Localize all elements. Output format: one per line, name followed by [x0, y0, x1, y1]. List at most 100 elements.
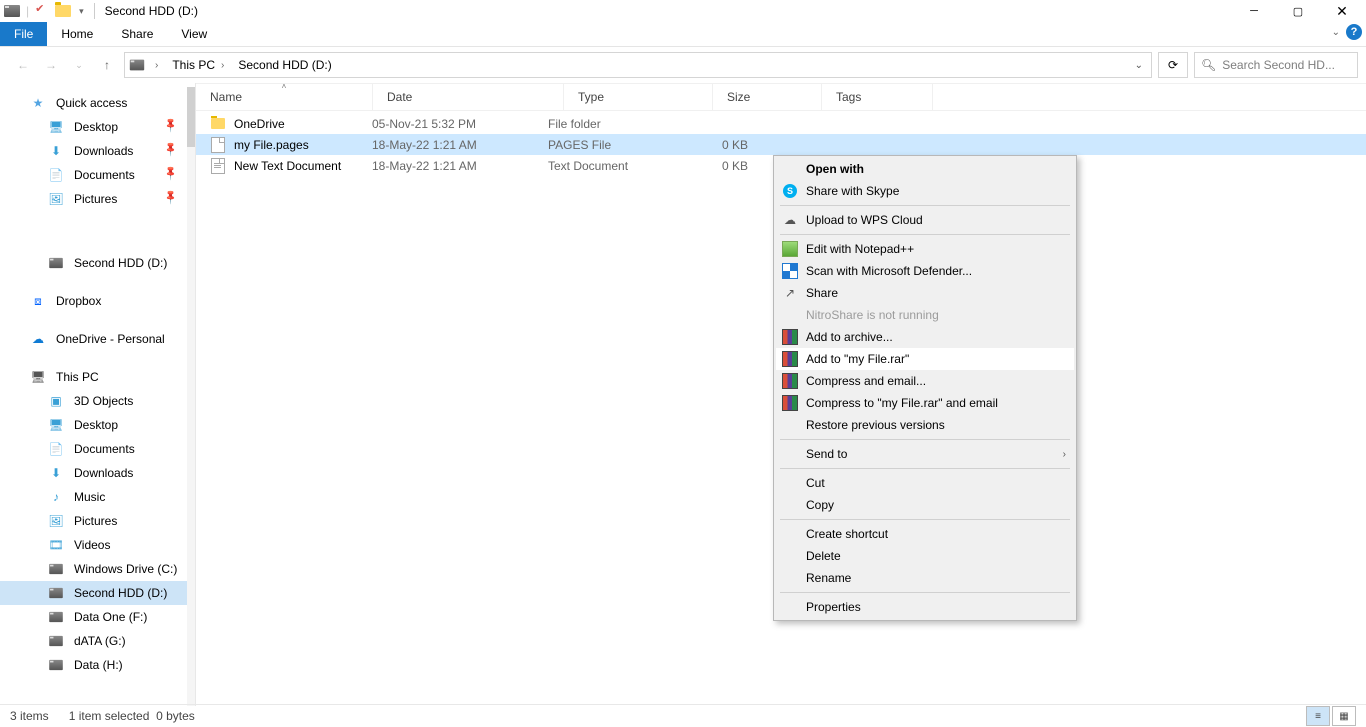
close-button[interactable]: ✕ — [1320, 0, 1364, 22]
ctx-compress-email[interactable]: Compress and email... — [776, 370, 1074, 392]
nav-data-g[interactable]: dATA (G:) — [0, 629, 187, 653]
up-button[interactable]: ↑ — [96, 54, 118, 76]
window-title: Second HDD (D:) — [105, 4, 198, 18]
skype-icon: S — [783, 184, 797, 198]
qat-properties-icon[interactable] — [35, 4, 49, 18]
defender-icon — [782, 263, 798, 279]
ctx-restore-versions[interactable]: Restore previous versions — [776, 414, 1074, 436]
ctx-separator — [780, 592, 1070, 593]
ctx-open-with[interactable]: Open with — [776, 158, 1074, 180]
address-bar[interactable]: › This PC› Second HDD (D:) ⌄ — [124, 52, 1152, 78]
nav-this-pc[interactable]: 🖥This PC — [0, 365, 187, 389]
col-name[interactable]: Name˄ — [196, 84, 373, 110]
forward-button[interactable]: → — [40, 54, 62, 76]
ctx-cut[interactable]: Cut — [776, 472, 1074, 494]
folder-icon[interactable] — [55, 5, 71, 17]
search-placeholder: Search Second HD... — [1222, 58, 1335, 72]
back-button[interactable]: ← — [12, 54, 34, 76]
ctx-separator — [780, 439, 1070, 440]
qat-dropdown-icon[interactable]: ▾ — [79, 6, 84, 17]
ribbon-tabs: File Home Share View ⌄ ? — [0, 22, 1366, 47]
winrar-icon — [782, 351, 798, 367]
help-icon[interactable]: ? — [1346, 24, 1362, 40]
ctx-share-skype[interactable]: SShare with Skype — [776, 180, 1074, 202]
ctx-delete[interactable]: Delete — [776, 545, 1074, 567]
status-selection: 1 item selected 0 bytes — [69, 709, 195, 723]
nav-desktop[interactable]: 🖥Desktop📌 — [0, 115, 187, 139]
refresh-button[interactable]: ⟳ — [1158, 52, 1188, 78]
nav-second-hdd[interactable]: Second HDD (D:) — [0, 581, 187, 605]
ctx-copy[interactable]: Copy — [776, 494, 1074, 516]
col-type[interactable]: Type — [564, 84, 713, 110]
view-details-button[interactable]: ≡ — [1306, 706, 1330, 726]
ctx-send-to[interactable]: Send to› — [776, 443, 1074, 465]
notepad-icon — [782, 241, 798, 257]
ribbon-expand-icon[interactable]: ⌄ — [1332, 27, 1340, 38]
nav-onedrive[interactable]: ☁OneDrive - Personal — [0, 327, 187, 351]
column-headers: Name˄ Date Type Size Tags — [196, 83, 1366, 111]
pin-icon: 📌 — [162, 141, 179, 158]
addr-dropdown-icon[interactable]: ⌄ — [1135, 60, 1143, 71]
nav-pictures-pc[interactable]: 🖼Pictures — [0, 509, 187, 533]
nav-data-h[interactable]: Data (H:) — [0, 653, 187, 677]
breadcrumb-this-pc[interactable]: This PC› — [168, 57, 230, 73]
nav-3d-objects[interactable]: ▣3D Objects — [0, 389, 187, 413]
ctx-compress-rar-email[interactable]: Compress to "my File.rar" and email — [776, 392, 1074, 414]
col-date[interactable]: Date — [373, 84, 564, 110]
titlebar: | ▾ Second HDD (D:) ─ ▢ ✕ — [0, 0, 1366, 22]
chevron-right-icon[interactable]: › — [155, 60, 158, 71]
ctx-scan-defender[interactable]: Scan with Microsoft Defender... — [776, 260, 1074, 282]
nav-data-one[interactable]: Data One (F:) — [0, 605, 187, 629]
winrar-icon — [782, 329, 798, 345]
ctx-upload-wps[interactable]: ☁Upload to WPS Cloud — [776, 209, 1074, 231]
file-row-selected[interactable]: my File.pages 18-May-22 1:21 AM PAGES Fi… — [196, 134, 1366, 155]
nav-downloads-pc[interactable]: ⬇Downloads — [0, 461, 187, 485]
col-tags[interactable]: Tags — [822, 84, 933, 110]
ctx-add-archive[interactable]: Add to archive... — [776, 326, 1074, 348]
search-input[interactable]: 🔍︎ Search Second HD... — [1194, 52, 1358, 78]
breadcrumb-current[interactable]: Second HDD (D:) — [234, 57, 335, 73]
ctx-rename[interactable]: Rename — [776, 567, 1074, 589]
nav-music[interactable]: ♪Music — [0, 485, 187, 509]
ctx-edit-notepad[interactable]: Edit with Notepad++ — [776, 238, 1074, 260]
nav-desktop-pc[interactable]: 🖥Desktop — [0, 413, 187, 437]
qat-separator: | — [26, 4, 29, 18]
ctx-properties[interactable]: Properties — [776, 596, 1074, 618]
nav-pictures[interactable]: 🖼Pictures📌 — [0, 187, 187, 211]
tab-view[interactable]: View — [167, 22, 221, 46]
cloud-icon: ☁ — [782, 212, 798, 228]
nav-windows-drive[interactable]: Windows Drive (C:) — [0, 557, 187, 581]
recent-dropdown[interactable]: ⌄ — [68, 54, 90, 76]
nav-quick-access[interactable]: ★Quick access — [0, 91, 187, 115]
pin-icon: 📌 — [162, 165, 179, 182]
ctx-create-shortcut[interactable]: Create shortcut — [776, 523, 1074, 545]
view-large-icons-button[interactable]: ▦ — [1332, 706, 1356, 726]
tab-file[interactable]: File — [0, 22, 47, 46]
drive-icon — [4, 5, 20, 17]
nav-documents[interactable]: 📄Documents📌 — [0, 163, 187, 187]
tab-home[interactable]: Home — [47, 22, 107, 46]
nav-scrollbar[interactable] — [187, 87, 195, 706]
nav-downloads[interactable]: ⬇Downloads📌 — [0, 139, 187, 163]
file-row-folder[interactable]: OneDrive 05-Nov-21 5:32 PM File folder — [196, 113, 1366, 134]
tab-share[interactable]: Share — [107, 22, 167, 46]
context-menu: Open with SShare with Skype ☁Upload to W… — [773, 155, 1077, 621]
col-size[interactable]: Size — [713, 84, 822, 110]
nav-documents-pc[interactable]: 📄Documents — [0, 437, 187, 461]
share-icon: ↗ — [782, 285, 798, 301]
minimize-button[interactable]: ─ — [1232, 0, 1276, 22]
ctx-separator — [780, 205, 1070, 206]
ctx-add-to-rar[interactable]: Add to "my File.rar" — [776, 348, 1074, 370]
text-file-icon — [211, 158, 225, 174]
search-icon: 🔍︎ — [1201, 58, 1216, 72]
pin-icon: 📌 — [162, 189, 179, 206]
file-icon — [211, 137, 225, 153]
maximize-button[interactable]: ▢ — [1276, 0, 1320, 22]
ctx-share[interactable]: ↗Share — [776, 282, 1074, 304]
nav-dropbox[interactable]: ⧈Dropbox — [0, 289, 187, 313]
nav-second-hdd-quick[interactable]: Second HDD (D:) — [0, 251, 187, 275]
nav-videos[interactable]: 🎞Videos — [0, 533, 187, 557]
winrar-icon — [782, 395, 798, 411]
winrar-icon — [782, 373, 798, 389]
nav-scroll-thumb[interactable] — [187, 87, 195, 147]
